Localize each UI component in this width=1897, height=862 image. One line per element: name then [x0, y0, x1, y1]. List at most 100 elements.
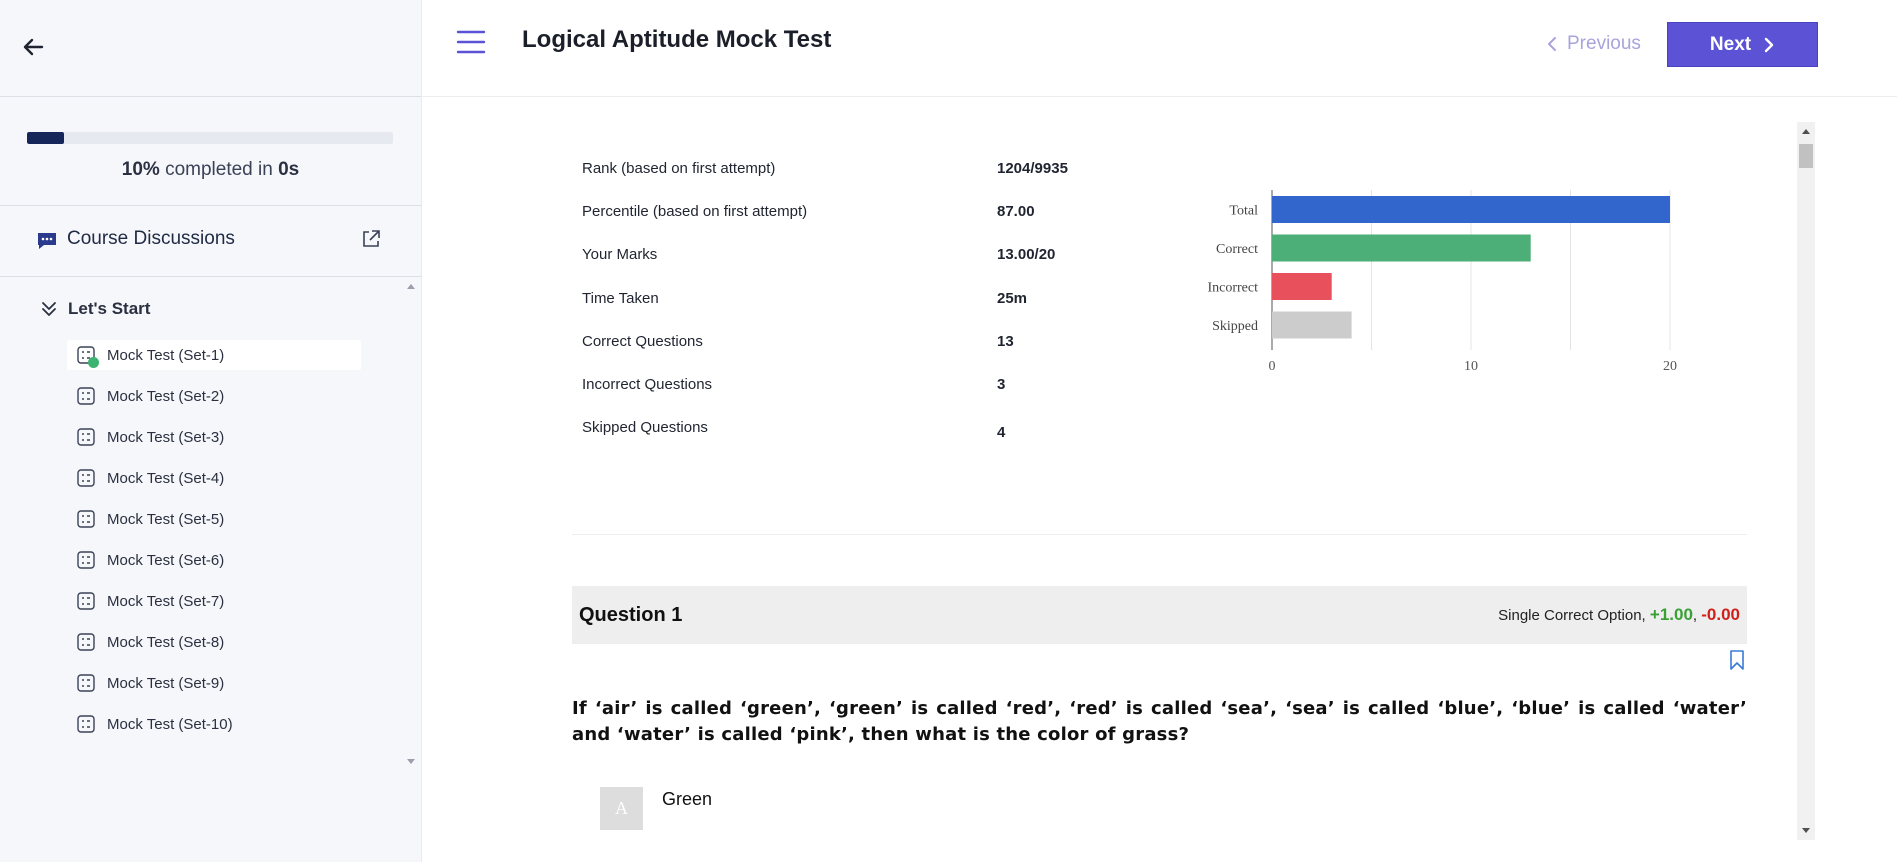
stat-label: Time Taken: [582, 289, 659, 307]
quiz-icon: [77, 469, 95, 487]
lesson-label: Mock Test (Set-3): [107, 428, 225, 446]
option-text: Green: [662, 789, 713, 809]
stat-row-time: Time Taken 25m: [582, 290, 1082, 333]
hamburger-menu-icon[interactable]: [456, 29, 486, 55]
chart-category-label: Skipped: [1212, 319, 1258, 334]
chevron-left-icon: [1548, 37, 1556, 51]
stat-value: 13.00/20: [997, 246, 1056, 264]
lesson-label: Mock Test (Set-7): [107, 592, 225, 610]
section-lets-start[interactable]: Let's Start: [40, 299, 150, 319]
stat-label: Correct Questions: [582, 332, 703, 350]
quiz-icon: [77, 592, 95, 610]
stat-label: Incorrect Questions: [582, 375, 713, 393]
page-title: Logical Aptitude Mock Test: [522, 26, 832, 53]
stat-value: 25m: [997, 289, 1028, 307]
quiz-icon: [77, 715, 95, 733]
progress-bar-fill: [27, 132, 64, 144]
chart-tick-label: 20: [1663, 359, 1677, 374]
stat-row-skipped: Skipped Questions 4: [582, 419, 1082, 462]
next-button[interactable]: Next: [1667, 22, 1818, 67]
results-bar-chart: Total Correct Incorrect Skipped 0 10 20: [1207, 190, 1677, 374]
double-chevron-down-icon: [42, 302, 56, 316]
sidebar: 10% completed in 0s Course Discussions L…: [0, 0, 422, 862]
quiz-icon: [77, 674, 95, 692]
lesson-label: Mock Test (Set-4): [107, 469, 225, 487]
stat-label: Skipped Questions: [582, 419, 708, 437]
course-content-list: Let's Start Mock Test (Set-1) Mock Test …: [0, 277, 421, 772]
chart-bar-total: [1272, 196, 1670, 223]
lesson-label: Mock Test (Set-9): [107, 674, 225, 692]
results-content: Rank (based on first attempt) 1204/9935 …: [572, 122, 1747, 862]
sidebar-scrollbar[interactable]: [400, 277, 422, 772]
option-letter: A: [600, 787, 643, 830]
scrollbar-arrows: [1802, 129, 1810, 833]
quiz-icon: [77, 633, 95, 651]
course-discussions-link[interactable]: Course Discussions: [0, 206, 421, 277]
chart-category-label: Total: [1229, 204, 1258, 219]
quiz-icon: [77, 346, 99, 368]
lesson-item[interactable]: Mock Test (Set-9): [67, 668, 361, 698]
lesson-label: Mock Test (Set-5): [107, 510, 225, 528]
stat-row-marks: Your Marks 13.00/20: [582, 246, 1082, 289]
lesson-label: Mock Test (Set-10): [107, 715, 233, 733]
stat-value: 4: [997, 424, 1006, 442]
stat-value: 1204/9935: [997, 160, 1068, 177]
course-discussions-label: Course Discussions: [67, 228, 235, 249]
stat-row-correct: Correct Questions 13: [582, 333, 1082, 376]
stat-value: 3: [997, 375, 1006, 393]
chart-bar-skipped: [1272, 311, 1352, 339]
lesson-item[interactable]: Mock Test (Set-8): [67, 627, 361, 657]
stat-value: 13: [997, 332, 1014, 350]
quiz-icon: [77, 387, 95, 405]
next-label: Next: [1709, 33, 1752, 55]
content-scrollbar[interactable]: [1797, 122, 1815, 840]
lesson-item[interactable]: Mock Test (Set-2): [67, 381, 361, 411]
external-link-icon[interactable]: [360, 228, 382, 250]
stat-row-incorrect: Incorrect Questions 3: [582, 376, 1082, 419]
question-text: If ‘air’ is called ‘green’, ‘green’ is c…: [572, 698, 1747, 745]
positive-marks: +1.00: [1649, 605, 1693, 624]
question-title: Question 1: [579, 603, 683, 626]
lesson-item[interactable]: Mock Test (Set-3): [67, 422, 361, 452]
lesson-label: Mock Test (Set-6): [107, 551, 225, 569]
lesson-item[interactable]: Mock Test (Set-7): [67, 586, 361, 616]
previous-button[interactable]: Previous: [1535, 22, 1651, 66]
chart-tick-label: 10: [1464, 359, 1478, 374]
chat-bubble-icon: [38, 233, 56, 249]
stat-label: Your Marks: [582, 246, 658, 264]
lesson-item[interactable]: Mock Test (Set-10): [67, 709, 361, 739]
section-label: Let's Start: [68, 299, 151, 318]
lesson-label: Mock Test (Set-8): [107, 633, 225, 651]
option-a[interactable]: A Green: [600, 787, 712, 830]
quiz-icon: [77, 551, 95, 569]
sidebar-top: [0, 0, 421, 97]
lesson-item[interactable]: Mock Test (Set-5): [67, 504, 361, 534]
lesson-label: Mock Test (Set-1): [107, 346, 225, 364]
quiz-icon: [77, 510, 95, 528]
progress-percent: 10%: [121, 159, 160, 180]
lesson-item[interactable]: Mock Test (Set-6): [67, 545, 361, 575]
completed-check-icon: [88, 357, 99, 368]
marks-separator: ,: [1692, 607, 1698, 624]
progress-bar: [27, 132, 393, 144]
lesson-item[interactable]: Mock Test (Set-4): [67, 463, 361, 493]
chart-bar-incorrect: [1272, 273, 1332, 300]
lesson-item[interactable]: Mock Test (Set-1): [67, 340, 361, 370]
chart-bar-correct: [1272, 234, 1531, 262]
progress-text: 10% completed in 0s: [0, 159, 421, 181]
question-type: Single Correct Option,: [1498, 607, 1646, 624]
stat-label: Percentile (based on first attempt): [582, 203, 808, 221]
question-marking: Single Correct Option, +1.00, -0.00: [1498, 605, 1740, 625]
chart-category-label: Correct: [1216, 242, 1258, 257]
previous-label: Previous: [1567, 33, 1641, 54]
chart-category-label: Incorrect: [1207, 281, 1258, 296]
lesson-list: Mock Test (Set-1) Mock Test (Set-2) Mock…: [67, 340, 361, 750]
progress-label: completed in: [165, 159, 273, 180]
stat-label: Rank (based on first attempt): [582, 160, 776, 177]
negative-marks: -0.00: [1701, 605, 1740, 624]
bookmark-icon[interactable]: [1729, 649, 1745, 671]
scrollbar-thumb[interactable]: [1799, 144, 1813, 168]
top-header: Logical Aptitude Mock Test Previous Next: [422, 0, 1897, 97]
chart-tick-label: 0: [1269, 359, 1276, 374]
back-arrow-icon[interactable]: [18, 32, 48, 62]
